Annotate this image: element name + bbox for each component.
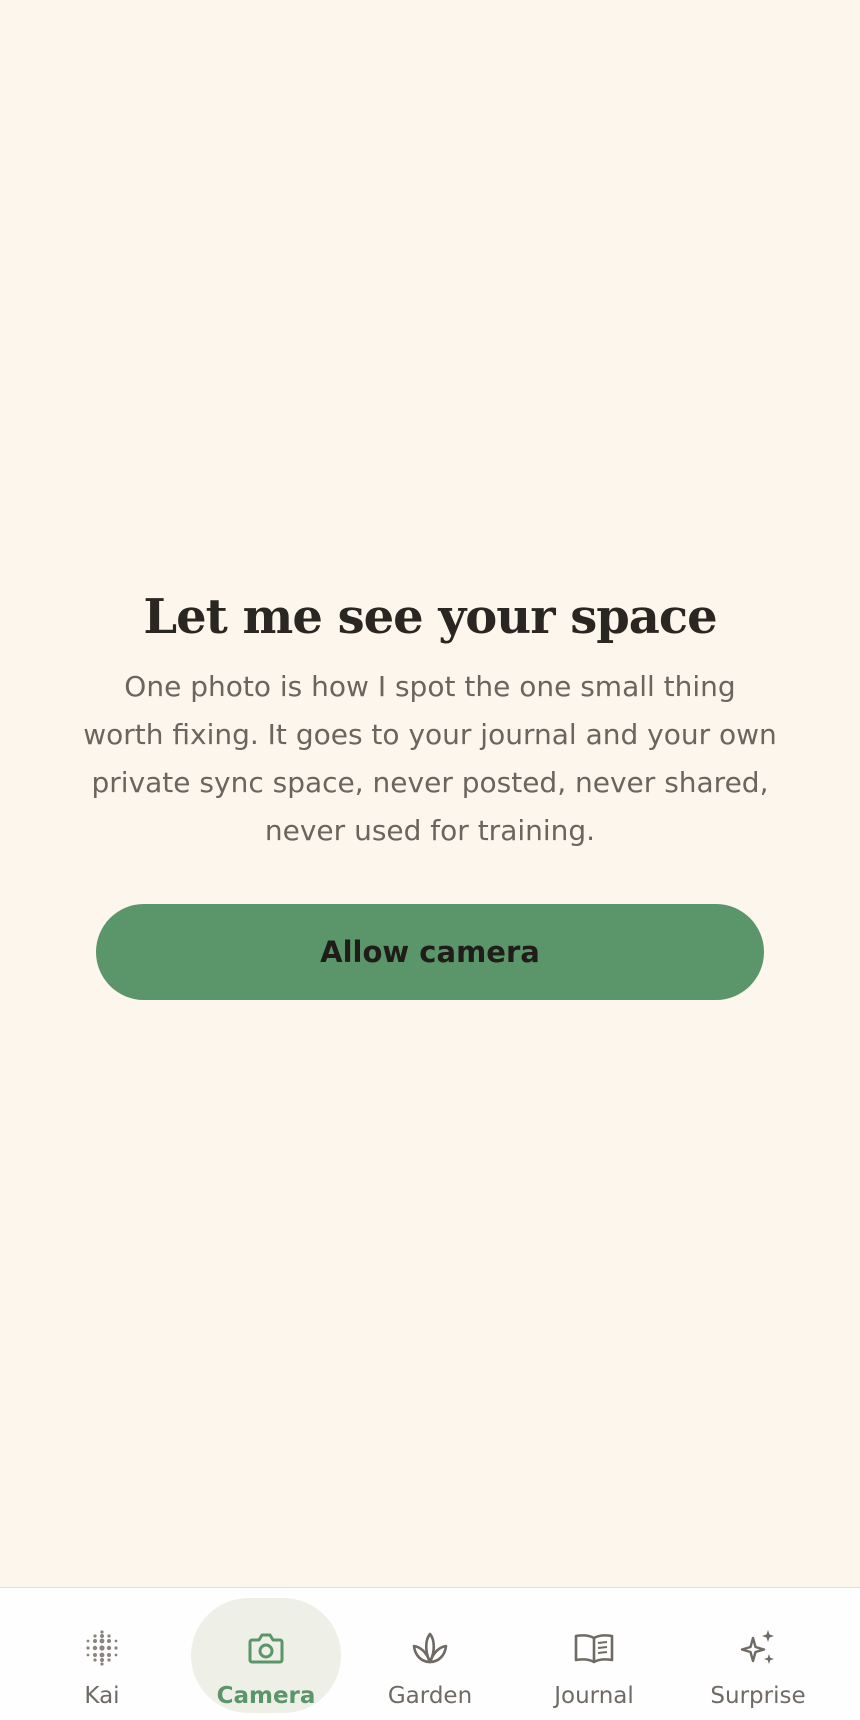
dot-grid-icon [86, 1630, 118, 1666]
permission-prompt: Let me see your space One photo is how I… [0, 585, 860, 855]
tab-journal[interactable]: Journal [519, 1598, 669, 1713]
permission-description: One photo is how I spot the one small th… [83, 670, 777, 847]
tab-label-journal: Journal [554, 1683, 634, 1709]
tab-garden[interactable]: Garden [355, 1598, 505, 1713]
bottom-tab-bar: Kai Camera Garden Journal Surprise [0, 1587, 860, 1720]
tab-label-kai: Kai [84, 1683, 120, 1709]
tab-label-surprise: Surprise [710, 1683, 806, 1709]
tab-camera[interactable]: Camera [191, 1598, 341, 1713]
camera-permission-screen: Let me see your space One photo is how I… [0, 0, 860, 1587]
tab-surprise[interactable]: Surprise [683, 1598, 833, 1713]
camera-icon [248, 1633, 284, 1664]
permission-title: Let me see your space [143, 589, 717, 645]
lotus-icon [412, 1632, 448, 1664]
allow-camera-button[interactable]: Allow camera [96, 904, 764, 1000]
tab-label-camera: Camera [216, 1683, 316, 1709]
sparkles-icon [740, 1630, 774, 1664]
open-book-icon [574, 1634, 614, 1664]
tab-kai[interactable]: Kai [27, 1598, 177, 1713]
tab-label-garden: Garden [387, 1683, 473, 1709]
